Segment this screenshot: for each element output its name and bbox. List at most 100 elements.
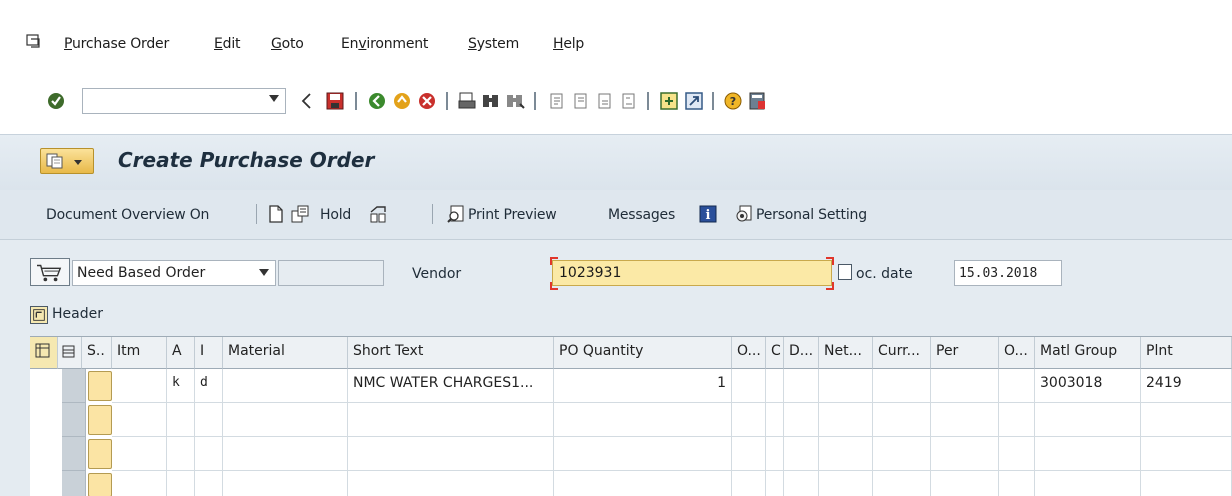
table-cell[interactable] <box>999 403 1035 437</box>
table-cell[interactable] <box>348 471 554 496</box>
column-header[interactable]: S.. <box>82 337 112 369</box>
find-icon[interactable] <box>480 90 502 112</box>
table-cell[interactable] <box>223 403 348 437</box>
table-cell[interactable] <box>554 471 732 496</box>
table-cell[interactable] <box>784 471 819 496</box>
table-cell[interactable] <box>873 403 931 437</box>
next-page-icon[interactable] <box>594 90 616 112</box>
column-header[interactable]: Curr... <box>873 337 931 369</box>
back-icon[interactable] <box>366 90 388 112</box>
system-menu-icon[interactable] <box>26 33 42 49</box>
table-cell[interactable] <box>784 437 819 471</box>
table-cell[interactable] <box>554 403 732 437</box>
column-header[interactable]: Per <box>931 337 999 369</box>
table-settings-icon[interactable] <box>30 337 58 369</box>
table-cell[interactable] <box>819 403 873 437</box>
table-cell[interactable] <box>112 403 167 437</box>
row-selector[interactable] <box>62 437 86 471</box>
command-field[interactable] <box>82 88 286 114</box>
column-header[interactable]: D... <box>784 337 819 369</box>
table-cell[interactable] <box>931 369 999 403</box>
table-cell[interactable] <box>766 369 784 403</box>
table-cell[interactable] <box>732 471 766 496</box>
table-cell[interactable] <box>1141 437 1232 471</box>
column-header[interactable]: Itm <box>112 337 167 369</box>
menu-system[interactable]: System <box>468 36 519 52</box>
print-preview-button[interactable]: Print Preview <box>468 207 557 223</box>
row-selector[interactable] <box>62 471 86 496</box>
menu-edit[interactable]: Edit <box>214 36 241 52</box>
row-status-box[interactable] <box>88 371 112 401</box>
table-cell[interactable] <box>732 437 766 471</box>
menu-goto[interactable]: Goto <box>271 36 304 52</box>
table-cell[interactable]: 1 <box>554 369 732 403</box>
help-icon[interactable]: ? <box>722 90 744 112</box>
table-cell[interactable]: k <box>167 369 195 403</box>
layout-icon[interactable] <box>747 90 769 112</box>
table-cell[interactable] <box>195 403 223 437</box>
column-header[interactable]: O... <box>732 337 766 369</box>
column-header[interactable]: PO Quantity <box>554 337 732 369</box>
header-label[interactable]: Header <box>52 306 103 322</box>
new-document-icon[interactable] <box>266 204 286 224</box>
table-cell[interactable] <box>112 437 167 471</box>
new-session-icon[interactable] <box>658 90 680 112</box>
select-all-icon[interactable] <box>58 337 82 369</box>
table-cell[interactable] <box>873 471 931 496</box>
column-header[interactable]: C <box>766 337 784 369</box>
command-dropdown-icon[interactable] <box>269 95 279 102</box>
doc-date-input[interactable]: 15.03.2018 <box>954 260 1062 286</box>
table-cell[interactable] <box>931 437 999 471</box>
column-header[interactable]: I <box>195 337 223 369</box>
table-cell[interactable] <box>195 471 223 496</box>
table-cell[interactable] <box>931 471 999 496</box>
column-header[interactable]: Net... <box>819 337 873 369</box>
row-selector[interactable] <box>62 369 86 403</box>
row-status-box[interactable] <box>88 405 112 435</box>
table-cell[interactable] <box>999 369 1035 403</box>
row-status-box[interactable] <box>88 439 112 469</box>
menu-environment[interactable]: Environment <box>341 36 428 52</box>
table-cell[interactable] <box>732 403 766 437</box>
menu-purchase-order[interactable]: Purchase Order <box>64 36 169 52</box>
table-cell[interactable]: d <box>195 369 223 403</box>
table-cell[interactable] <box>1035 403 1141 437</box>
value-help-icon[interactable] <box>838 264 852 280</box>
document-overview-button[interactable]: Document Overview On <box>46 207 209 223</box>
table-cell[interactable] <box>766 403 784 437</box>
table-cell[interactable] <box>554 437 732 471</box>
chevron-down-icon[interactable] <box>259 269 269 276</box>
personal-setting-icon[interactable] <box>734 204 754 224</box>
table-cell[interactable] <box>223 437 348 471</box>
personal-setting-button[interactable]: Personal Setting <box>756 207 867 223</box>
table-cell[interactable] <box>112 369 167 403</box>
column-header[interactable]: Short Text <box>348 337 554 369</box>
table-cell[interactable] <box>819 437 873 471</box>
table-cell[interactable] <box>873 369 931 403</box>
column-header[interactable]: O... <box>999 337 1035 369</box>
table-cell[interactable] <box>999 437 1035 471</box>
table-cell[interactable] <box>766 471 784 496</box>
info-icon[interactable]: i <box>698 204 718 224</box>
row-status-box[interactable] <box>88 473 112 496</box>
table-cell[interactable] <box>784 403 819 437</box>
shopping-cart-icon[interactable] <box>30 258 70 286</box>
table-cell[interactable] <box>931 403 999 437</box>
table-cell[interactable] <box>766 437 784 471</box>
table-cell[interactable] <box>112 471 167 496</box>
table-cell[interactable]: NMC WATER CHARGES1... <box>348 369 554 403</box>
menu-help[interactable]: Help <box>553 36 584 52</box>
table-cell[interactable] <box>1035 471 1141 496</box>
expand-header-icon[interactable] <box>30 306 48 324</box>
table-cell[interactable] <box>167 403 195 437</box>
table-cell[interactable] <box>223 471 348 496</box>
enter-icon[interactable] <box>46 91 66 111</box>
other-document-icon[interactable] <box>290 204 310 224</box>
last-page-icon[interactable] <box>618 90 640 112</box>
table-cell[interactable] <box>784 369 819 403</box>
hold-button[interactable]: Hold <box>320 207 351 223</box>
order-type-select[interactable]: Need Based Order <box>72 260 276 286</box>
exit-icon[interactable] <box>391 90 413 112</box>
table-cell[interactable] <box>999 471 1035 496</box>
table-cell[interactable] <box>195 437 223 471</box>
